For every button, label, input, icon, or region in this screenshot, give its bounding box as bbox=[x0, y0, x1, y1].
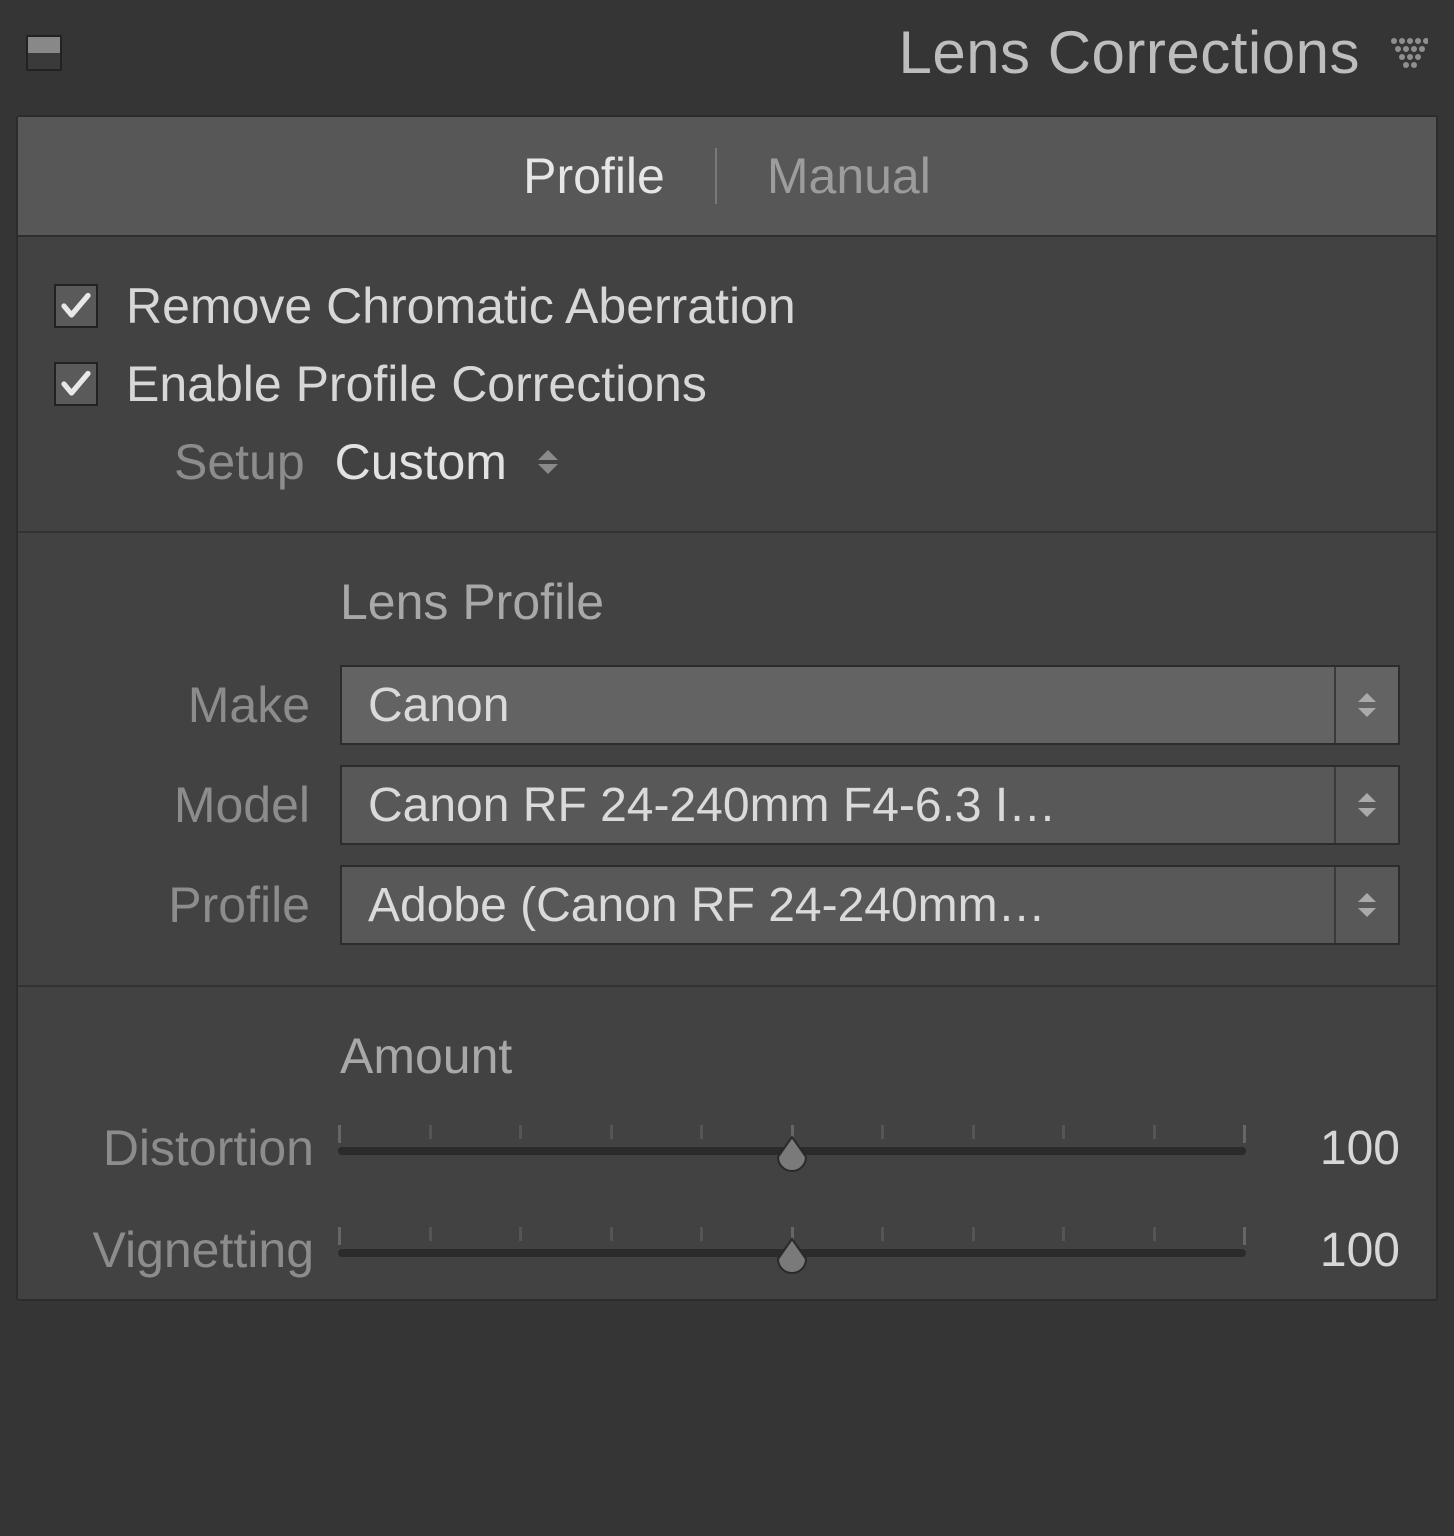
updown-icon bbox=[1334, 667, 1398, 743]
section-lens-profile: Lens Profile Make Canon Model Canon RF 2… bbox=[18, 533, 1436, 987]
lens-label-profile: Profile bbox=[54, 876, 310, 934]
lens-row-profile: Profile Adobe (Canon RF 24-240mm… bbox=[54, 865, 1400, 945]
slider-label-distortion: Distortion bbox=[54, 1119, 314, 1177]
slider-row-vignetting: Vignetting 100 bbox=[54, 1221, 1400, 1279]
dropdown-profile-value: Adobe (Canon RF 24-240mm… bbox=[342, 878, 1334, 933]
checkbox-row-profile: Enable Profile Corrections bbox=[54, 355, 1400, 413]
panel-title: Lens Corrections bbox=[62, 18, 1390, 87]
panel-header: Lens Corrections bbox=[16, 18, 1438, 115]
panel-body: Profile Manual Remove Chromatic Aberrati… bbox=[16, 115, 1438, 1301]
checkbox-row-chromatic: Remove Chromatic Aberration bbox=[54, 277, 1400, 335]
updown-icon bbox=[1334, 867, 1398, 943]
setup-updown-icon[interactable] bbox=[537, 450, 559, 474]
lens-row-model: Model Canon RF 24-240mm F4-6.3 I… bbox=[54, 765, 1400, 845]
amount-heading: Amount bbox=[54, 1027, 1400, 1085]
lens-label-make: Make bbox=[54, 676, 310, 734]
checkbox-label-profile: Enable Profile Corrections bbox=[126, 355, 707, 413]
dropdown-make[interactable]: Canon bbox=[340, 665, 1400, 745]
lens-label-model: Model bbox=[54, 776, 310, 834]
panel-disclosure-icon[interactable] bbox=[1390, 37, 1428, 69]
slider-distortion[interactable] bbox=[338, 1125, 1246, 1171]
dropdown-make-value: Canon bbox=[342, 678, 1334, 733]
checkbox-remove-chromatic[interactable] bbox=[54, 284, 98, 328]
checkbox-enable-profile[interactable] bbox=[54, 362, 98, 406]
slider-row-distortion: Distortion 100 bbox=[54, 1119, 1400, 1177]
dropdown-model[interactable]: Canon RF 24-240mm F4-6.3 I… bbox=[340, 765, 1400, 845]
dropdown-profile[interactable]: Adobe (Canon RF 24-240mm… bbox=[340, 865, 1400, 945]
tab-divider bbox=[715, 148, 717, 204]
dropdown-model-value: Canon RF 24-240mm F4-6.3 I… bbox=[342, 778, 1334, 833]
updown-icon bbox=[1334, 767, 1398, 843]
setup-label: Setup bbox=[174, 433, 305, 491]
checkbox-label-chromatic: Remove Chromatic Aberration bbox=[126, 277, 796, 335]
setup-row: Setup Custom bbox=[54, 433, 1400, 491]
slider-value-distortion[interactable]: 100 bbox=[1270, 1121, 1400, 1176]
setup-value[interactable]: Custom bbox=[335, 433, 507, 491]
tabs: Profile Manual bbox=[18, 117, 1436, 237]
slider-vignetting[interactable] bbox=[338, 1227, 1246, 1273]
tab-manual[interactable]: Manual bbox=[767, 147, 931, 205]
lens-profile-heading: Lens Profile bbox=[54, 573, 1400, 631]
section-amount: Amount Distortion bbox=[18, 987, 1436, 1299]
tab-profile[interactable]: Profile bbox=[523, 147, 665, 205]
slider-thumb-icon[interactable] bbox=[772, 1235, 812, 1275]
panel-enable-toggle[interactable] bbox=[26, 35, 62, 71]
section-options: Remove Chromatic Aberration Enable Profi… bbox=[18, 237, 1436, 533]
slider-value-vignetting[interactable]: 100 bbox=[1270, 1223, 1400, 1278]
slider-thumb-icon[interactable] bbox=[772, 1133, 812, 1173]
slider-label-vignetting: Vignetting bbox=[54, 1221, 314, 1279]
lens-row-make: Make Canon bbox=[54, 665, 1400, 745]
